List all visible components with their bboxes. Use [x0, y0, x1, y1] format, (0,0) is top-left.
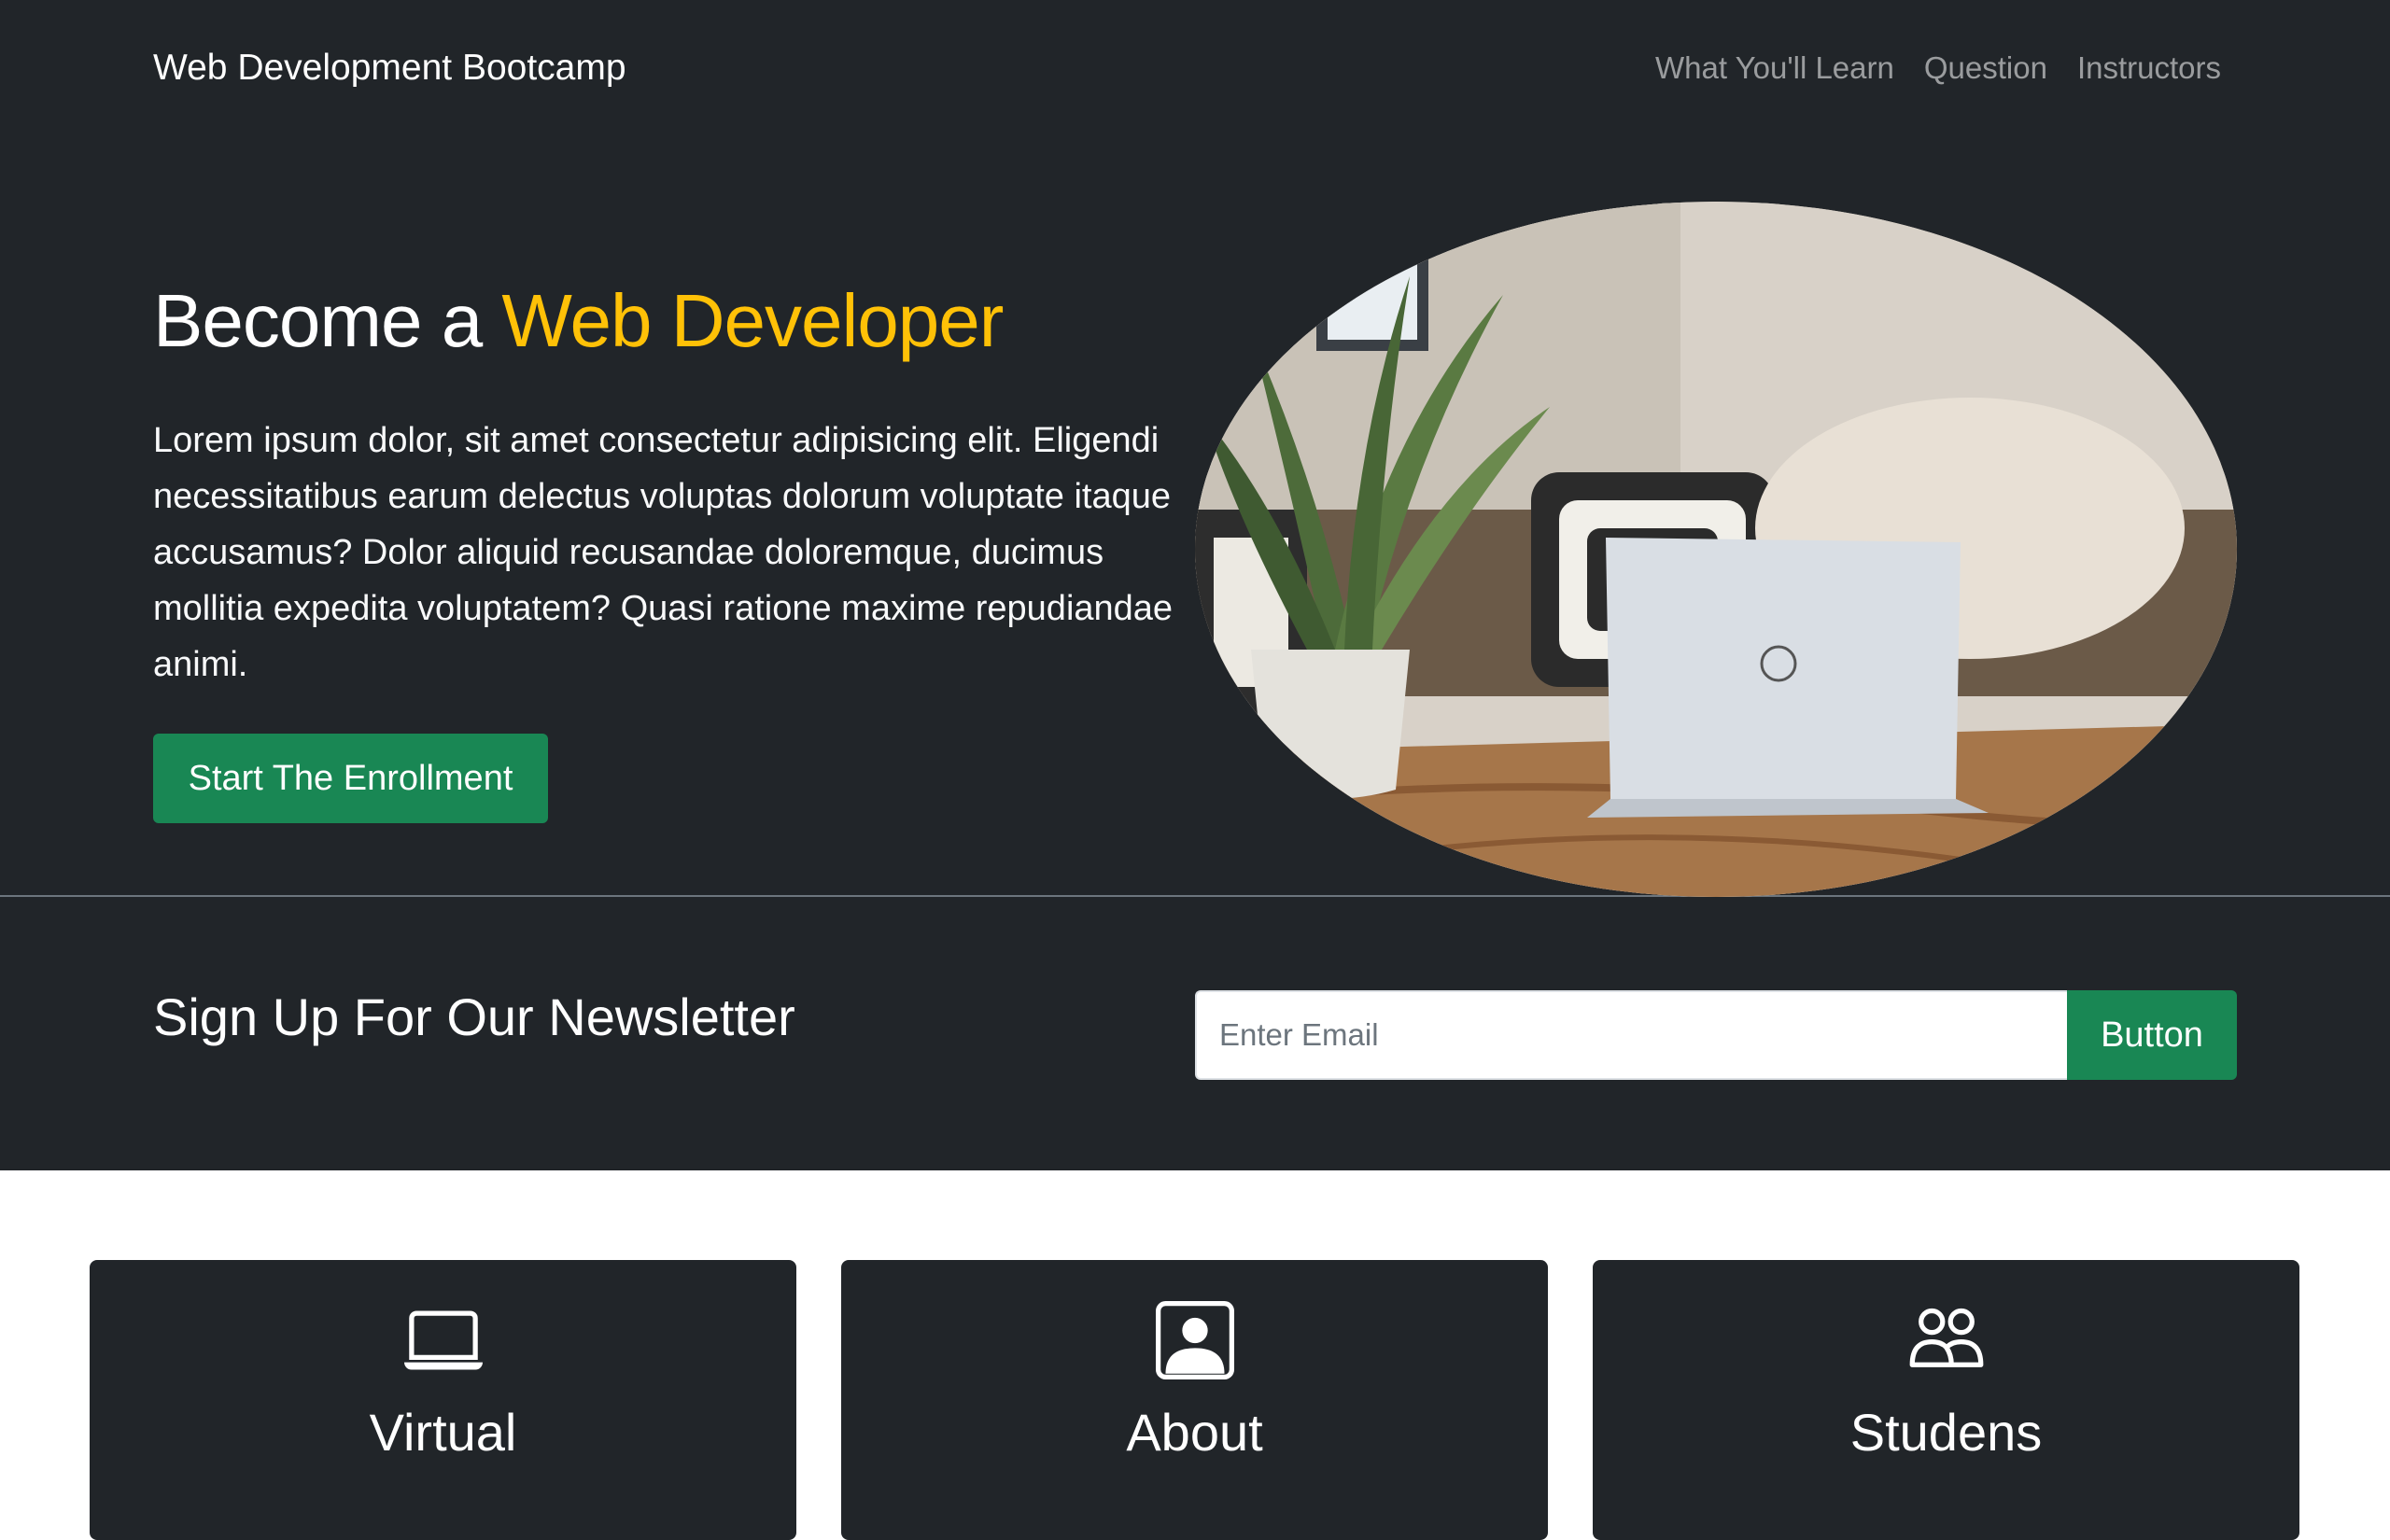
nav-link-what-youll-learn[interactable]: What You'll Learn — [1655, 43, 1894, 93]
feature-card-title: About — [1126, 1403, 1263, 1462]
hero-description: Lorem ipsum dolor, sit amet consectetur … — [153, 421, 1174, 684]
nav-link-question[interactable]: Question — [1924, 43, 2047, 93]
feature-card-about[interactable]: About — [841, 1260, 1548, 1540]
nav-links: What You'll Learn Question Instructors — [1655, 43, 2221, 93]
features-section: Virtual About Studens — [0, 1170, 2390, 1540]
navbar: Web Development Bootcamp What You'll Lea… — [0, 0, 2390, 136]
hero-title-accent: Web Developer — [501, 279, 1004, 362]
hero-section: Become a Web Developer Lorem ipsum dolor… — [0, 136, 2390, 897]
feature-card-virtual[interactable]: Virtual — [90, 1260, 796, 1540]
navbar-brand[interactable]: Web Development Bootcamp — [153, 43, 626, 93]
email-input[interactable] — [1195, 990, 2069, 1080]
laptop-icon — [403, 1310, 483, 1370]
hero-title-prefix: Become a — [153, 279, 502, 362]
nav-link-instructors[interactable]: Instructors — [2077, 43, 2221, 93]
feature-card-studens[interactable]: Studens — [1593, 1260, 2299, 1540]
laptop-plant-photo — [1195, 202, 2237, 897]
people-icon — [1909, 1308, 1983, 1367]
feature-card-title: Studens — [1849, 1403, 2043, 1462]
start-enrollment-button[interactable]: Start The Enrollment — [153, 734, 548, 823]
newsletter-title: Sign Up For Our Newsletter — [153, 987, 795, 1046]
newsletter-submit-button[interactable]: Button — [2067, 990, 2237, 1080]
hero-title: Become a Web Developer — [153, 276, 1004, 366]
feature-card-title: Virtual — [369, 1403, 517, 1462]
person-badge-icon — [1155, 1301, 1234, 1379]
newsletter-section: Sign Up For Our Newsletter Button — [0, 897, 2390, 1170]
hero-image — [1195, 202, 2237, 897]
